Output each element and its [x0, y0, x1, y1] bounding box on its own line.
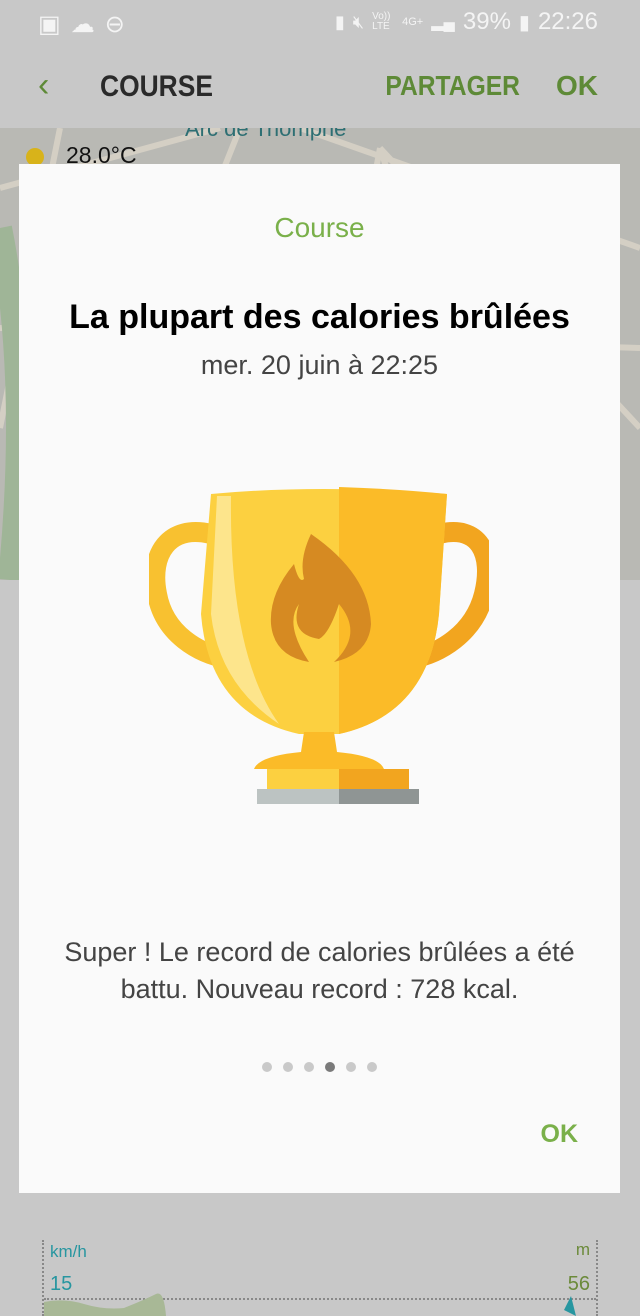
page-dot[interactable] [304, 1062, 314, 1072]
map-label: Arc de Triomphe [185, 128, 347, 141]
back-icon[interactable]: ‹ [38, 66, 49, 105]
dialog-heading: La plupart des calories brûlées [69, 298, 570, 336]
dialog-category: Course [274, 212, 365, 243]
page-dot[interactable] [367, 1062, 377, 1072]
battery-icon: ▮ [518, 11, 530, 34]
page-title: COURSE [100, 70, 213, 103]
page-dot[interactable] [283, 1062, 293, 1072]
signal-icon: ▂▄ [431, 14, 455, 31]
trophy-icon [149, 487, 489, 804]
speed-elevation-chart: km/h m 15 56 [42, 1240, 598, 1316]
cloud-icon: ☁ [70, 11, 95, 38]
achievement-dialog: Course La plupart des calories brûlées m… [19, 164, 620, 1193]
page-dot[interactable] [346, 1062, 356, 1072]
ok-button[interactable]: OK [556, 70, 598, 102]
battery-percent: 39% [462, 8, 511, 35]
share-button[interactable]: PARTAGER [385, 70, 520, 102]
app-bar: ‹ COURSE PARTAGER OK [0, 44, 640, 128]
volte: Vo)) LTE [372, 11, 391, 32]
page-dot-active[interactable] [325, 1062, 335, 1072]
page-dot[interactable] [262, 1062, 272, 1072]
mute-icon: 🔇︎ [352, 11, 365, 32]
elevation-area [44, 1293, 576, 1316]
gallery-icon: ▣ [38, 11, 61, 38]
dnd-icon: ⊖ [104, 11, 125, 38]
status-bar: ▣ ☁ ⊖ ▮ 🔇︎ Vo)) LTE 4G+ ▂▄ 39% ▮ 22:26 [0, 0, 640, 44]
dialog-date: mer. 20 juin à 22:25 [200, 350, 439, 380]
battery-saver-icon: ▮ [334, 11, 345, 32]
page-indicator [19, 1062, 620, 1072]
network: 4G+ [402, 16, 424, 28]
clock: 22:26 [537, 8, 598, 35]
dialog-message: Super ! Le record de calories brûlées a … [64, 937, 575, 1004]
dialog-ok-button[interactable]: OK [541, 1120, 579, 1149]
